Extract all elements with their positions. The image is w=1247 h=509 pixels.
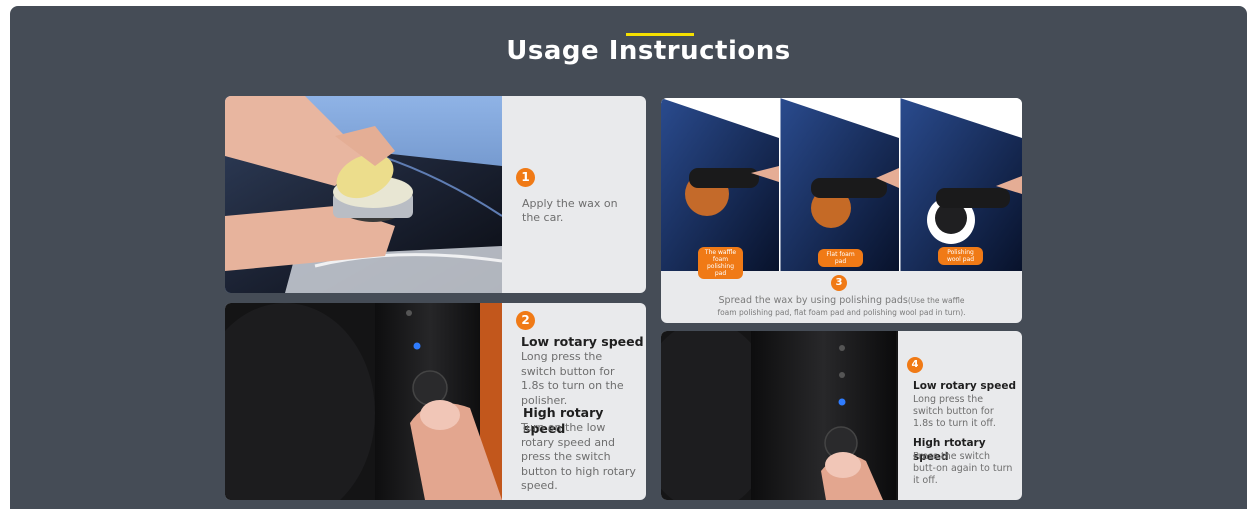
step-2-high-speed-text: Turn on the low rotary speed and press t… xyxy=(521,421,636,492)
step-4-photo xyxy=(661,331,898,500)
polisher-power-off-illustration xyxy=(661,331,898,500)
step-4-badge: 4 xyxy=(907,357,923,373)
step-4-high-speed-text: Press the switch butt-on again to turn i… xyxy=(913,451,1013,486)
step-4-low-speed-title: Low rotary speed xyxy=(913,380,1016,392)
section-title: Usage Instructions xyxy=(506,36,791,66)
step-4-text: 4 Low rotary speed Long press the switch… xyxy=(898,331,1022,500)
step-1-badge: 1 xyxy=(516,168,535,187)
step-1-photo xyxy=(225,96,502,293)
waffle-pad-label: The waffle foam polishing pad xyxy=(698,247,743,279)
step-3-badge: 3 xyxy=(831,275,847,291)
step-2-photo xyxy=(225,303,502,500)
step-4-low-speed-text: Long press the switch button for 1.8s to… xyxy=(913,394,996,429)
polisher-power-on-illustration xyxy=(225,303,502,500)
step-3-description: Spread the wax by using polishing pads(U… xyxy=(661,295,1022,319)
step-2-card: 2 Low rotary speed Long press the switch… xyxy=(225,303,646,500)
wax-application-illustration xyxy=(225,96,502,293)
wool-pad-label: Polishing wool pad xyxy=(938,247,983,265)
step-4-card: 4 Low rotary speed Long press the switch… xyxy=(661,331,1022,500)
flat-pad-label: Flat foam pad xyxy=(818,249,863,267)
step-2-low-speed-text: Long press the switch button for 1.8s to… xyxy=(521,350,624,407)
step-1-description: Apply the wax on the car. xyxy=(522,197,618,224)
polishing-pads-illustration xyxy=(661,98,1022,271)
step-3-main-text: Spread the wax by using polishing pads xyxy=(718,295,908,306)
step-2-badge: 2 xyxy=(516,311,535,330)
step-3-card: The waffle foam polishing pad Flat foam … xyxy=(661,98,1022,323)
step-1-text: 1 Apply the wax on the car. xyxy=(502,96,646,293)
step-2-low-speed-title: Low rotary speed xyxy=(521,334,644,349)
step-1-card: 1 Apply the wax on the car. xyxy=(225,96,646,293)
step-2-text: 2 Low rotary speed Long press the switch… xyxy=(502,303,646,500)
